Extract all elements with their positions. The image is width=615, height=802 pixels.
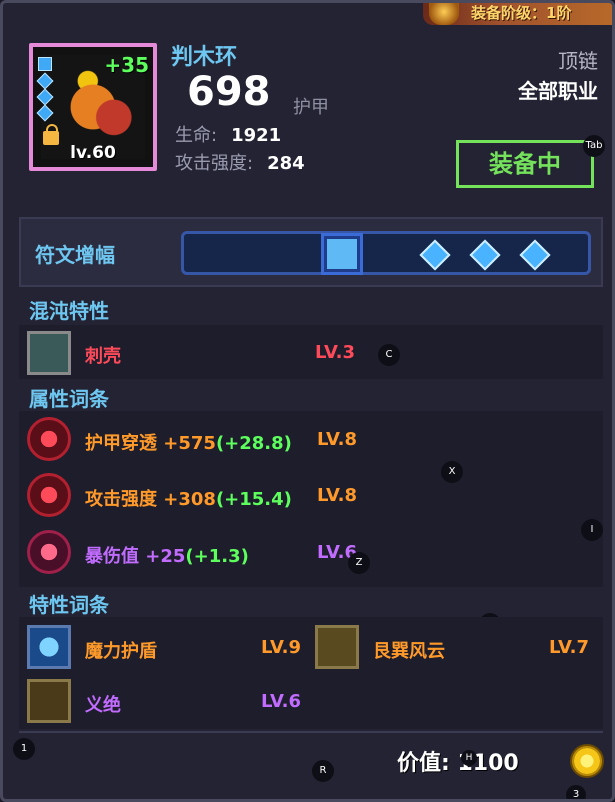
rune-gem-icon[interactable] [469,239,501,271]
value-label: 价值: [397,751,450,776]
attribute-name: 护甲穿透 [85,433,157,454]
item-name: 判木环 [171,45,238,70]
attribute-row: 暴伤值 +25(+1.3) [85,542,249,568]
hotkey-h: H [461,750,477,766]
socket-gems [36,57,54,123]
stat-label: 攻击强度: [175,153,254,174]
stat-value: 284 [267,153,305,174]
rune-main-gem-icon[interactable] [324,236,360,272]
attribute-bonus: +575 [163,433,216,454]
trait-level: LV.7 [549,637,589,658]
attribute-level: LV.8 [317,429,357,450]
item-slot: 顶链 [558,49,598,73]
attribute-section-title: 属性词条 [29,387,109,411]
attack-power-icon [27,473,71,517]
chaos-item-level: LV.3 [315,342,355,363]
righteous-break-icon[interactable] [27,679,71,723]
hotkey-1: 1 [13,738,35,760]
trait-name: 义绝 [85,695,121,716]
armor-value: 698 [187,69,271,115]
hotkey-tab: Tab [583,135,605,157]
rune-amplify-bar[interactable]: 符文增幅 [19,217,603,287]
rune-label: 符文增幅 [35,243,115,267]
trait-section-title: 特性词条 [29,593,109,617]
trait-level: LV.9 [261,637,301,658]
item-tooltip-panel: 装备阶级：1阶 +35 lv.60 判木环 698 护甲 生命: 1921 攻击强… [0,0,615,802]
attribute-bonus: +308 [163,489,216,510]
item-icon-frame[interactable]: +35 lv.60 [29,43,157,171]
stat-hp: 生命: 1921 [175,121,281,147]
attribute-row: 护甲穿透 +575(+28.8) [85,429,292,455]
grade-label: 装备阶级：1阶 [471,4,572,22]
rune-gem-icon[interactable] [519,239,551,271]
grade-crest-icon [429,3,459,25]
hotkey-r: R [312,760,334,782]
attribute-extra: (+28.8) [215,433,292,454]
armor-label: 护甲 [293,97,329,118]
rune-track [181,231,591,275]
attribute-row: 攻击强度 +308(+15.4) [85,485,292,511]
chaos-item-name: 刺壳 [85,346,121,367]
item-level: lv.60 [70,143,116,163]
stat-value: 1921 [231,125,282,146]
rune-gem-icon[interactable] [419,239,451,271]
trait-name: 魔力护盾 [85,641,157,662]
attribute-name: 暴伤值 [85,546,139,567]
attribute-extra: (+1.3) [185,546,249,567]
attribute-name: 攻击强度 [85,489,157,510]
socket-gem-icon [36,104,54,122]
socket-gem-icon [38,57,52,71]
thorn-shell-icon[interactable] [27,331,71,375]
hotkey-c: C [378,344,400,366]
attribute-extra: (+15.4) [215,489,292,510]
enhance-level: +35 [104,53,149,77]
socket-gem-icon [36,72,54,90]
hotkey-x: X [441,461,463,483]
gold-coin-icon [570,744,604,778]
hotkey-3: 3 [566,785,586,799]
item-value: 价值: 1100 [397,745,519,777]
hotkey-i: I [581,519,603,541]
chaos-section-title: 混沌特性 [29,299,109,323]
stat-attack: 攻击强度: 284 [175,149,305,175]
item-class: 全部职业 [518,79,598,103]
crit-damage-icon [27,530,71,574]
attribute-bonus: +25 [145,546,186,567]
trait-level: LV.6 [261,691,301,712]
mana-shield-icon[interactable] [27,625,71,669]
equipped-button[interactable]: 装备中 [456,140,594,188]
socket-gem-icon [36,88,54,106]
armor-pen-icon [27,417,71,461]
wind-cloud-icon[interactable] [315,625,359,669]
grade-banner: 装备阶级：1阶 [423,3,612,25]
attribute-level: LV.8 [317,485,357,506]
trait-name: 艮巽风云 [373,641,445,662]
hotkey-z: Z [348,552,370,574]
stat-label: 生命: [175,125,218,146]
